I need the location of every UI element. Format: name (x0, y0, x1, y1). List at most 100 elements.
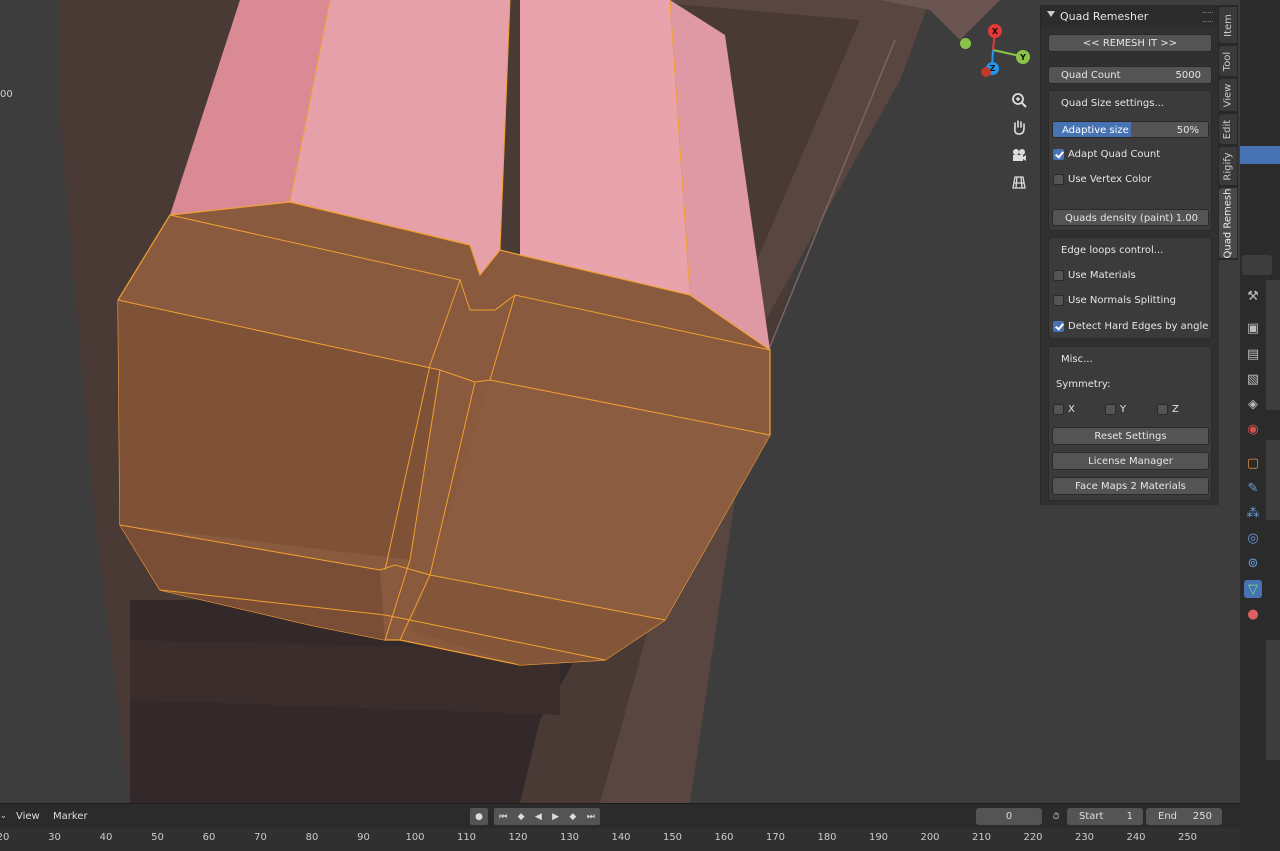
frame-tick-label: 70 (254, 832, 267, 843)
misc-header[interactable]: Misc... (1061, 354, 1093, 365)
edge-loops-header[interactable]: Edge loops control... (1061, 245, 1163, 256)
timeline-ruler[interactable]: 20 30 40 50 60 70 80 90 100 110 120 130 140 150 160 170… (0, 828, 1240, 851)
checkbox-unchecked-icon (1053, 404, 1064, 415)
remesh-it-button[interactable]: << REMESH IT >> (1048, 34, 1212, 52)
properties-content-area-2 (1266, 440, 1280, 520)
collapse-triangle-icon[interactable] (1047, 11, 1055, 17)
current-frame-field[interactable]: 0 (976, 808, 1042, 825)
outliner-selected-row[interactable] (1240, 146, 1280, 164)
quad-size-header[interactable]: Quad Size settings... (1061, 98, 1164, 109)
prev-keyframe-icon[interactable]: ◆ (518, 812, 525, 822)
symmetry-x-label: X (1068, 404, 1075, 415)
object-icon[interactable]: ▢ (1244, 454, 1262, 472)
tab-rigify[interactable]: Rigify (1219, 147, 1237, 185)
constraints-icon[interactable]: ⊚ (1244, 554, 1262, 572)
checkbox-unchecked-icon (1105, 404, 1116, 415)
play-icon[interactable]: ▶ (552, 812, 559, 822)
chevron-down-icon[interactable]: ⌄ (0, 811, 7, 820)
frame-tick-label: 250 (1177, 832, 1198, 843)
adaptive-size-slider[interactable]: Adaptive size 50% (1052, 121, 1209, 138)
frame-tick-label: 160 (714, 832, 734, 843)
drag-grip-icon[interactable] (1203, 12, 1213, 22)
gizmo-neg-x-dot[interactable] (981, 67, 991, 77)
hand-pan-icon[interactable] (1007, 115, 1031, 139)
stopwatch-icon[interactable]: ⏱ (1047, 808, 1065, 825)
navigation-gizmo[interactable]: X Y Z (955, 18, 1035, 84)
adapt-quad-count-checkbox[interactable]: Adapt Quad Count (1053, 149, 1160, 160)
tab-quad-remesh[interactable]: Quad Remesh (1219, 188, 1237, 258)
camera-icon[interactable] (1007, 143, 1031, 167)
zoom-icon[interactable] (1007, 88, 1031, 112)
license-manager-button[interactable]: License Manager (1052, 452, 1209, 470)
view-layer-icon[interactable]: ▧ (1244, 370, 1262, 388)
tool-settings-icon[interactable]: ⚒ (1244, 287, 1262, 305)
symmetry-z-label: Z (1172, 404, 1179, 415)
frame-tick-label: 220 (1023, 832, 1043, 843)
checkbox-unchecked-icon (1053, 295, 1064, 306)
use-normals-splitting-label: Use Normals Splitting (1068, 295, 1176, 306)
properties-content-area-3 (1266, 640, 1280, 760)
gizmo-x-dot[interactable]: X (988, 24, 1002, 38)
editor-type-dropdown[interactable] (1242, 255, 1272, 275)
frame-tick-label: 120 (508, 832, 528, 843)
tab-edit[interactable]: Edit (1219, 114, 1237, 144)
symmetry-x-checkbox[interactable]: X (1053, 404, 1075, 415)
panel-header[interactable]: Quad Remesher (1041, 5, 1219, 27)
jump-end-icon[interactable]: ⏭ (587, 812, 595, 822)
reset-settings-button[interactable]: Reset Settings (1052, 427, 1209, 445)
checkbox-checked-icon (1053, 321, 1064, 332)
end-frame-field[interactable]: End 250 (1146, 808, 1222, 825)
physics-icon[interactable]: ◎ (1244, 529, 1262, 547)
quad-count-value: 5000 (1175, 70, 1201, 81)
timeline-marker-menu[interactable]: Marker (53, 811, 88, 822)
jump-start-icon[interactable]: ⏮ (499, 812, 507, 822)
material-icon[interactable]: ● (1244, 605, 1262, 623)
play-reverse-icon[interactable]: ◀ (535, 812, 542, 822)
timeline-header: ⌄ View Marker ● ⏮ ◆ ◀ ▶ ◆ ⏭ 0 ⏱ Start 1 … (0, 803, 1240, 829)
modifier-wrench-icon[interactable]: ✎ (1244, 479, 1262, 497)
particles-icon[interactable]: ⁂ (1244, 504, 1262, 522)
start-frame-field[interactable]: Start 1 (1067, 808, 1143, 825)
quads-density-field[interactable]: Quads density (paint) 1.00 (1052, 209, 1209, 226)
adaptive-size-label: Adaptive size (1062, 125, 1129, 136)
sidebar-tabs: Item Tool View Edit Rigify Quad Remesh (1218, 5, 1238, 260)
frame-tick-label: 170 (765, 832, 786, 843)
gizmo-neg-y-dot[interactable] (960, 38, 971, 49)
symmetry-label: Symmetry: (1056, 379, 1111, 390)
tab-view[interactable]: View (1219, 79, 1237, 111)
frame-tick-label: 60 (202, 832, 216, 843)
symmetry-z-checkbox[interactable]: Z (1157, 404, 1179, 415)
detect-hard-edges-checkbox[interactable]: Detect Hard Edges by angle (1053, 321, 1208, 332)
use-vertex-color-checkbox[interactable]: Use Vertex Color (1053, 174, 1151, 185)
symmetry-y-checkbox[interactable]: Y (1105, 404, 1126, 415)
viewport-number: 00 (0, 89, 13, 100)
frame-tick-label: 230 (1074, 832, 1095, 843)
quads-density-value: 1.00 (1175, 213, 1198, 224)
use-materials-checkbox[interactable]: Use Materials (1053, 270, 1136, 281)
gizmo-y-dot[interactable]: Y (1016, 50, 1030, 64)
world-icon[interactable]: ◉ (1244, 420, 1262, 438)
use-normals-splitting-checkbox[interactable]: Use Normals Splitting (1053, 295, 1176, 306)
grid-ortho-icon[interactable] (1007, 170, 1031, 194)
mesh-data-icon[interactable]: ▽ (1244, 580, 1262, 598)
frame-tick-label: 80 (305, 832, 319, 843)
output-icon[interactable]: ▤ (1244, 345, 1262, 363)
render-icon[interactable]: ▣ (1244, 319, 1262, 337)
tab-item[interactable]: Item (1219, 7, 1237, 43)
scene-icon[interactable]: ◈ (1244, 395, 1262, 413)
frame-tick-label: 240 (1126, 832, 1146, 843)
timeline-view-menu[interactable]: View (16, 811, 40, 822)
frame-tick-label: 210 (971, 832, 992, 843)
panel-title: Quad Remesher (1060, 10, 1149, 23)
tab-tool[interactable]: Tool (1219, 46, 1237, 76)
next-keyframe-icon[interactable]: ◆ (569, 812, 576, 822)
record-icon[interactable]: ● (470, 808, 488, 825)
quad-remesher-panel: Quad Remesher << REMESH IT >> Quad Count… (1040, 5, 1219, 505)
frame-tick-label: 180 (817, 832, 837, 843)
face-maps-2-materials-button[interactable]: Face Maps 2 Materials (1052, 477, 1209, 495)
quad-size-box: Quad Size settings... Adaptive size 50% … (1048, 90, 1212, 231)
quad-count-label: Quad Count (1061, 70, 1121, 81)
quads-density-label: Quads density (paint) (1065, 213, 1174, 224)
frame-tick-label: 130 (559, 832, 580, 843)
quad-count-field[interactable]: Quad Count 5000 (1048, 66, 1212, 84)
